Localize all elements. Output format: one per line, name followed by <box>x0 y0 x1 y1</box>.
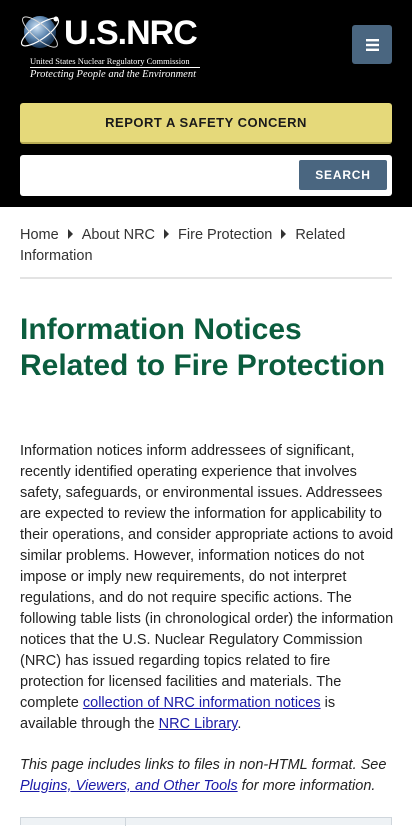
intro-text-1: Information notices inform addressees of… <box>20 443 394 711</box>
breadcrumb: Home About NRC Fire Protection Related Info… <box>20 225 392 267</box>
logo-tagline: Protecting People and the Environment <box>30 69 197 80</box>
format-note: This page includes links to files in non… <box>20 755 394 797</box>
notices-table <box>20 817 392 826</box>
search-button[interactable]: SEARCH <box>299 160 387 190</box>
intro-text-3: . <box>237 716 242 732</box>
nrc-logo[interactable]: U.S.NRC United States Nuclear Regulatory… <box>20 10 210 82</box>
nrc-library-link[interactable]: NRC Library <box>159 716 238 732</box>
breadcrumb-about-nrc[interactable]: About NRC <box>82 227 155 243</box>
atom-globe-icon <box>20 16 60 48</box>
search-input[interactable] <box>26 160 296 191</box>
breadcrumb-divider <box>20 277 392 279</box>
search-bar: SEARCH <box>20 155 392 196</box>
breadcrumb-fire-protection[interactable]: Fire Protection <box>178 227 272 243</box>
logo-divider <box>30 67 200 68</box>
page-title: Information Notices Related to Fire Prot… <box>20 313 386 382</box>
intro-paragraph: Information notices inform addressees of… <box>20 441 394 735</box>
report-safety-concern-button[interactable]: REPORT A SAFETY CONCERN <box>20 103 392 144</box>
info-notices-collection-link[interactable]: collection of NRC information notices <box>83 695 321 711</box>
table-column-divider <box>125 818 126 826</box>
logo-wordmark: U.S.NRC <box>64 14 198 52</box>
site-header: U.S.NRC United States Nuclear Regulatory… <box>0 0 412 207</box>
caret-right-icon <box>67 229 73 239</box>
logo-subtitle: United States Nuclear Regulatory Commiss… <box>30 56 190 66</box>
note-text-2: for more information. <box>237 778 376 794</box>
caret-right-icon <box>164 229 170 239</box>
breadcrumb-home[interactable]: Home <box>20 227 59 243</box>
caret-right-icon <box>281 229 287 239</box>
menu-button[interactable] <box>352 25 392 64</box>
hamburger-icon <box>365 38 379 51</box>
plugins-viewers-link[interactable]: Plugins, Viewers, and Other Tools <box>20 778 238 794</box>
note-text-1: This page includes links to files in non… <box>20 757 387 773</box>
